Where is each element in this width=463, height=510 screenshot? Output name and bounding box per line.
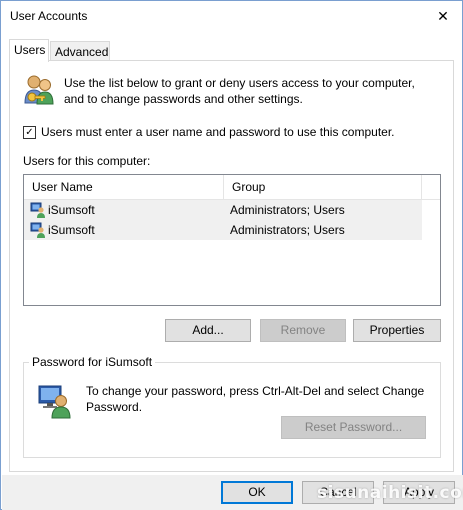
properties-button[interactable]: Properties [353,319,441,342]
reset-password-button[interactable]: Reset Password... [281,416,426,439]
password-instructions: To change your password, press Ctrl-Alt-… [86,384,425,414]
title-bar[interactable]: User Accounts ✕ [1,1,462,31]
add-user-button[interactable]: Add... [165,319,251,342]
intro-text: Use the list below to grant or deny user… [64,76,415,106]
row-user-name: iSumsoft [48,203,95,217]
tab-users[interactable]: Users [9,39,49,62]
list-header: User Name Group [24,175,440,200]
user-accounts-dialog: User Accounts ✕ Users Advanced Use the l… [0,0,463,510]
users-list-label: Users for this computer: [23,154,151,168]
table-row[interactable]: iSumsoft Administrators; Users [24,200,422,220]
column-header-group[interactable]: Group [224,175,422,199]
table-row[interactable]: iSumsoft Administrators; Users [24,220,422,240]
ok-button[interactable]: OK [221,481,293,504]
row-user-name: iSumsoft [48,223,95,237]
user-computer-icon [30,222,45,238]
window-title: User Accounts [10,9,88,23]
row-group: Administrators; Users [230,203,345,217]
password-group-legend: Password for iSumsoft [29,355,156,369]
user-computer-icon [30,202,45,218]
user-computer-icon [38,385,71,419]
close-icon[interactable]: ✕ [432,5,454,27]
watermark-text: sisunaihisit.com [317,483,463,503]
require-login-checkbox[interactable]: ✓ [23,126,36,139]
column-header-user-name[interactable]: User Name [24,175,224,199]
users-keys-icon [24,75,54,105]
tab-advanced[interactable]: Advanced [50,41,110,61]
row-group: Administrators; Users [230,223,345,237]
require-login-label[interactable]: Users must enter a user name and passwor… [41,125,395,139]
users-listview[interactable]: User Name Group iSumsoft Administrators;… [23,174,441,306]
remove-user-button[interactable]: Remove [260,319,346,342]
